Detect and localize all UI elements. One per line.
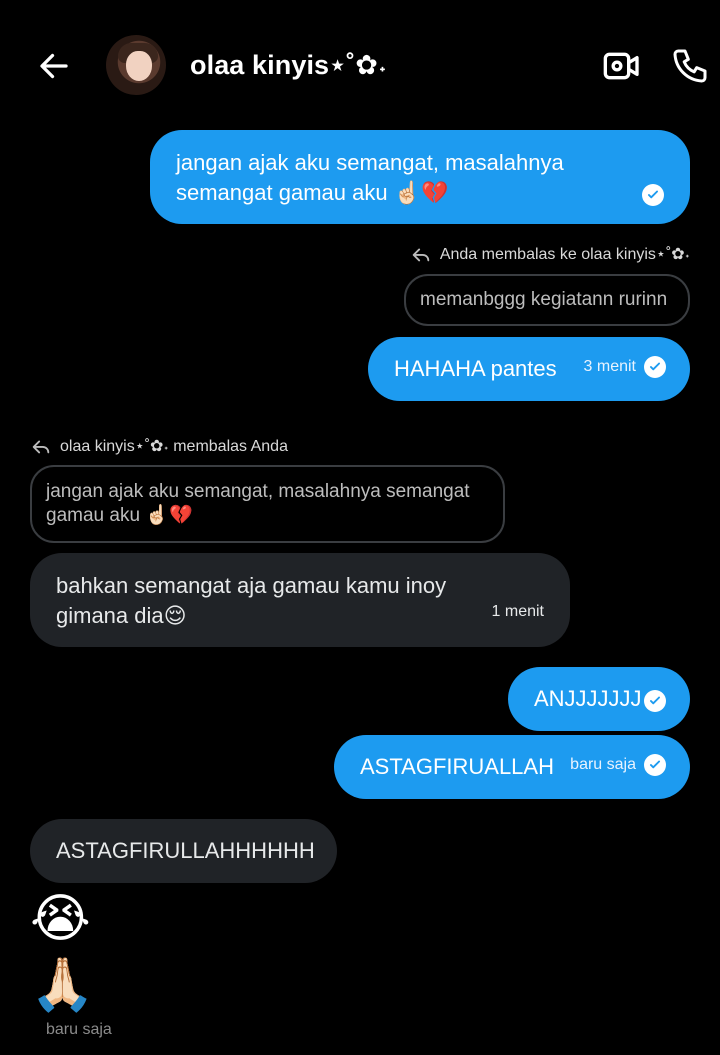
message-timestamp: baru saja bbox=[46, 1021, 112, 1038]
outgoing-message[interactable]: jangan ajak aku semangat, masalahnya sem… bbox=[150, 130, 690, 224]
reply-arrow-icon bbox=[412, 248, 430, 262]
quoted-message[interactable]: memanbggg kegiatann rurinn bbox=[404, 274, 690, 326]
read-check-icon bbox=[644, 754, 666, 776]
quoted-message-text: jangan ajak aku semangat, masalahnya sem… bbox=[46, 481, 470, 526]
read-check-icon bbox=[644, 690, 666, 712]
video-call-button[interactable] bbox=[600, 44, 644, 88]
reply-indicator: olaa kinyis⋆˚✿˖ membalas Anda bbox=[30, 435, 288, 457]
reply-arrow-icon bbox=[32, 440, 50, 454]
quoted-message[interactable]: jangan ajak aku semangat, masalahnya sem… bbox=[30, 465, 505, 543]
voice-call-button[interactable] bbox=[668, 44, 712, 88]
phone-icon bbox=[673, 49, 707, 83]
emoji-message[interactable]: 🙏🏻 bbox=[30, 955, 95, 1015]
emoji-message[interactable]: 😭 bbox=[30, 889, 91, 949]
incoming-message[interactable]: bahkan semangat aja gamau kamu inoy gima… bbox=[30, 553, 570, 647]
message-timestamp: baru saja bbox=[570, 756, 636, 773]
reply-indicator: Anda membalas ke olaa kinyis⋆˚✿˖ bbox=[410, 243, 690, 265]
contact-avatar[interactable] bbox=[106, 35, 166, 95]
contact-name[interactable]: olaa kinyis⋆˚✿˖ bbox=[190, 50, 387, 81]
message-timestamp: 1 menit bbox=[491, 603, 544, 620]
message-text: bahkan semangat aja gamau kamu inoy gima… bbox=[56, 573, 447, 628]
message-text: ASTAGFIRULLAHHHHHH bbox=[56, 838, 315, 863]
outgoing-message[interactable]: ANJJJJJJJ bbox=[508, 667, 690, 731]
read-check-icon bbox=[642, 184, 664, 206]
back-button[interactable] bbox=[32, 44, 76, 88]
message-timestamp: 3 menit bbox=[583, 358, 636, 375]
message-text: jangan ajak aku semangat, masalahnya sem… bbox=[176, 150, 564, 205]
conversation-header: olaa kinyis⋆˚✿˖ bbox=[0, 0, 720, 130]
outgoing-message[interactable]: HAHAHA pantes 3 menit bbox=[368, 337, 690, 401]
quoted-message-text: memanbggg kegiatann rurinn bbox=[420, 289, 668, 310]
dm-conversation-screen: olaa kinyis⋆˚✿˖ jangan ajak aku semangat… bbox=[0, 0, 720, 1055]
reply-indicator-text: Anda membalas ke olaa kinyis⋆˚✿˖ bbox=[439, 246, 690, 263]
video-camera-icon bbox=[603, 52, 639, 80]
reply-indicator-text: olaa kinyis⋆˚✿˖ membalas Anda bbox=[60, 438, 288, 455]
outgoing-message[interactable]: ASTAGFIRUALLAH baru saja bbox=[334, 735, 690, 799]
incoming-message[interactable]: ASTAGFIRULLAHHHHHH bbox=[30, 819, 337, 883]
avatar-face-shape bbox=[126, 51, 152, 81]
read-check-icon bbox=[644, 356, 666, 378]
arrow-left-icon bbox=[40, 53, 68, 79]
